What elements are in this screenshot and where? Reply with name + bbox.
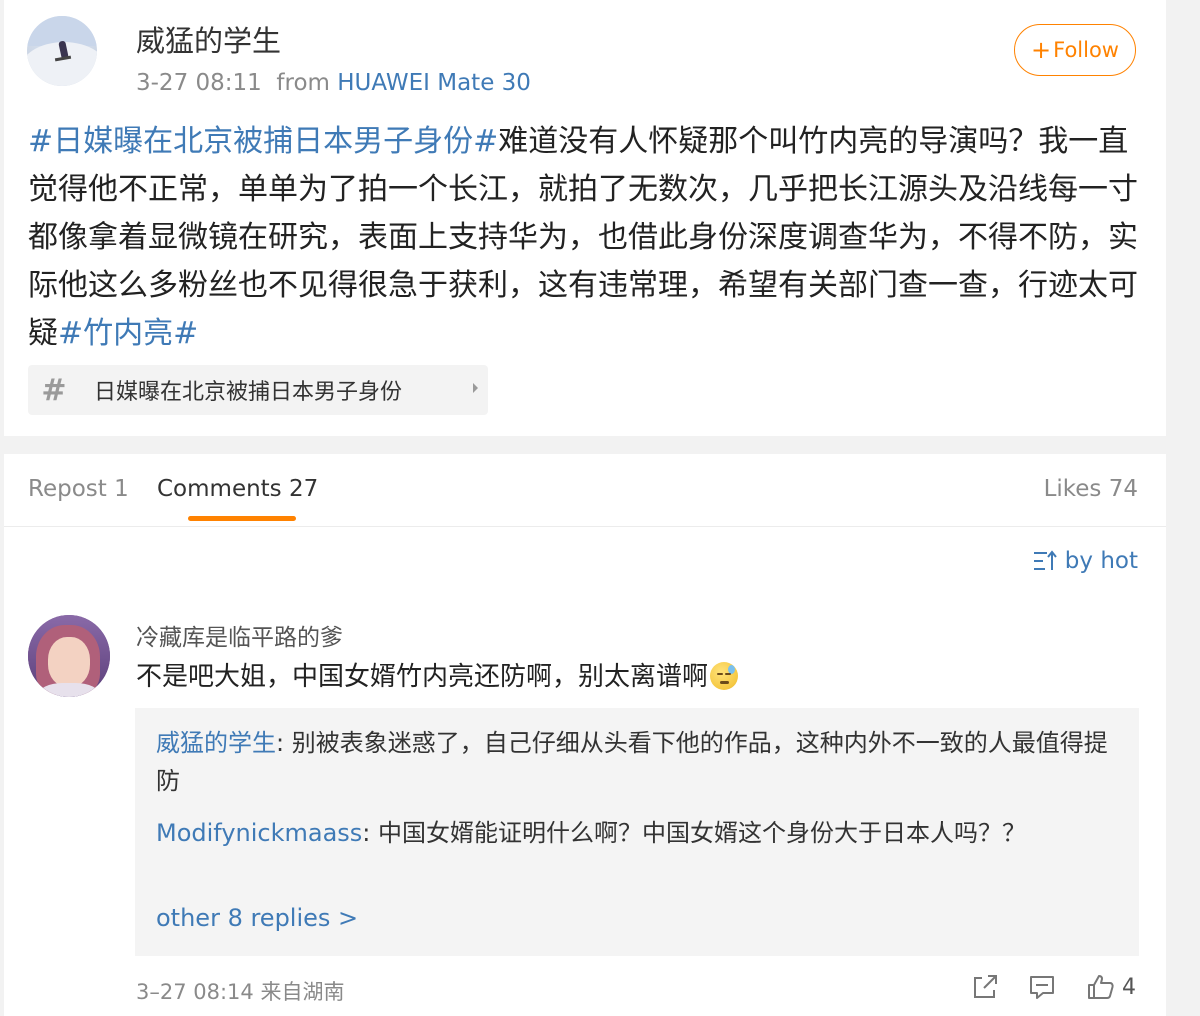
hashtag-link[interactable]: #日媒曝在北京被捕日本男子身份# xyxy=(28,124,498,159)
active-tab-indicator xyxy=(188,516,296,521)
comment-text: 不是吧大姐，中国女婿竹内亮还防啊，别太离谱啊 xyxy=(136,656,739,693)
tab-repost[interactable]: Repost 1 xyxy=(28,476,129,502)
topic-chip[interactable]: # 日媒曝在北京被捕日本男子身份 xyxy=(28,365,488,415)
comment-icon[interactable] xyxy=(1027,972,1057,1002)
comment-time: 3–27 08:14 xyxy=(136,980,254,1004)
thumbs-up-icon[interactable] xyxy=(1086,972,1116,1002)
post-author-avatar[interactable] xyxy=(27,16,97,86)
reply-author[interactable]: Modifynickmaass xyxy=(156,819,362,847)
sweat-smile-emoji-icon xyxy=(710,662,739,690)
share-icon[interactable] xyxy=(970,972,1000,1002)
comment-author-name[interactable]: 冷藏库是临平路的爹 xyxy=(136,618,343,652)
follow-button[interactable]: + Follow xyxy=(1014,24,1136,76)
post-meta: 3-27 08:11 from HUAWEI Mate 30 xyxy=(136,70,531,96)
topic-chip-label: 日媒曝在北京被捕日本男子身份 xyxy=(94,380,403,405)
post-from-label: from xyxy=(276,70,330,96)
tabs-divider xyxy=(4,526,1166,527)
post-author-name[interactable]: 威猛的学生 xyxy=(136,18,281,60)
post-time: 3-27 08:11 xyxy=(136,70,262,96)
hash-icon: # xyxy=(41,372,67,408)
reply-item: 威猛的学生: 别被表象迷惑了，自己仔细从头看下他的作品，这种内外不一致的人最值得… xyxy=(156,724,1116,800)
comment-location: 来自湖南 xyxy=(260,980,345,1004)
commenter-avatar[interactable] xyxy=(28,615,110,697)
post-source-device[interactable]: HUAWEI Mate 30 xyxy=(337,70,531,96)
tab-comments[interactable]: Comments 27 xyxy=(157,476,318,502)
tab-likes[interactable]: Likes 74 xyxy=(1044,476,1138,502)
follow-label: Follow xyxy=(1053,38,1119,62)
reply-author[interactable]: 威猛的学生 xyxy=(156,729,276,757)
sort-label: by hot xyxy=(1064,548,1138,574)
more-replies-link[interactable]: other 8 replies > xyxy=(156,904,358,932)
replies-box: 威猛的学生: 别被表象迷惑了，自己仔细从头看下他的作品，这种内外不一致的人最值得… xyxy=(135,708,1139,956)
comment-meta: 3–27 08:14 来自湖南 xyxy=(136,976,344,1006)
reply-text: : 别被表象迷惑了，自己仔细从头看下他的作品，这种内外不一致的人最值得提防 xyxy=(156,729,1108,795)
chevron-right-icon xyxy=(473,383,478,393)
reply-item: Modifynickmaass: 中国女婿能证明什么啊？中国女婿这个身份大于日本… xyxy=(156,814,1116,852)
reply-text: : 中国女婿能证明什么啊？中国女婿这个身份大于日本人吗？？ xyxy=(362,819,1027,847)
sort-icon xyxy=(1033,550,1057,570)
sort-by-hot-button[interactable]: by hot xyxy=(1033,548,1138,574)
comment-like-count: 4 xyxy=(1122,975,1136,1000)
comment-text-content: 不是吧大姐，中国女婿竹内亮还防啊，别太离谱啊 xyxy=(136,662,709,692)
post-body: #日媒曝在北京被捕日本男子身份#难道没有人怀疑那个叫竹内亮的导演吗？我一直觉得他… xyxy=(28,118,1138,358)
hashtag-link-zhuneiliang[interactable]: #竹内亮# xyxy=(58,316,198,351)
plus-icon: + xyxy=(1031,36,1052,64)
